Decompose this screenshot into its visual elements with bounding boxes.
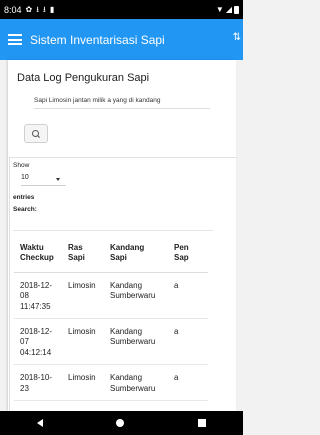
cell-line: 07 xyxy=(20,337,29,347)
header-line: Waktu xyxy=(20,243,44,252)
header-line: Pen xyxy=(174,243,189,252)
battery-icon xyxy=(234,5,239,14)
sort-icon[interactable]: ⇅ xyxy=(233,32,241,43)
cell-line: 08 xyxy=(20,291,29,301)
column-header-ras-sapi[interactable]: Ras Sapi xyxy=(62,235,104,273)
recent-apps-icon[interactable] xyxy=(198,419,207,427)
entries-label: entries xyxy=(13,194,35,201)
table-row[interactable]: 2018-10- 23 Limosin Kandang Sumberwaru a xyxy=(14,364,208,401)
back-icon[interactable] xyxy=(36,419,43,427)
header-line: Ras xyxy=(68,243,83,252)
datatable-wrapper: Show 10 entries Search: Waktu Checkup Ra… xyxy=(9,157,236,411)
search-label: Search: xyxy=(13,206,37,213)
signal-icon: ◢ xyxy=(225,4,232,14)
cell-line: 2018-12- xyxy=(20,280,53,290)
cell-line: 2018-10- xyxy=(20,373,53,383)
download-icon: ⭳ xyxy=(36,4,40,14)
navigation-bar xyxy=(0,411,243,435)
cell-line: 2018-12- xyxy=(20,326,53,336)
cell-waktu: 2018-12- 08 11:47:35 xyxy=(14,272,62,319)
app-bar: Sistem Inventarisasi Sapi ⇅ xyxy=(0,19,243,60)
gear-icon: ✿ xyxy=(25,4,33,14)
entries-select-value: 10 xyxy=(21,174,29,181)
menu-icon[interactable] xyxy=(8,34,22,45)
cell-kandang: Kandang Sumberwaru xyxy=(104,364,168,401)
status-bar: 8:04 ✿ ⭳ ⭳ ▮ ▼ ◢ xyxy=(0,0,243,19)
table-header-row: Waktu Checkup Ras Sapi Kandang Sapi Pen … xyxy=(14,235,208,273)
cell-line: Kandang xyxy=(110,280,143,290)
search-icon xyxy=(32,129,41,138)
table-row[interactable]: 2018-12- 07 04:12:14 Limosin Kandang Sum… xyxy=(14,318,208,366)
cell-line: Sumberwaru xyxy=(110,291,156,301)
cell-ras: Limosin xyxy=(62,272,104,319)
search-button[interactable] xyxy=(24,124,48,143)
cell-ras: Limosin xyxy=(62,318,104,366)
entries-select[interactable]: 10 xyxy=(21,174,66,186)
header-line: Checkup xyxy=(20,253,54,263)
status-time: 8:04 xyxy=(4,4,22,15)
cell-waktu: 2018-10- 23 xyxy=(14,364,62,401)
cell-line: Sumberwaru xyxy=(110,383,156,393)
cell-line: 11:47:35 xyxy=(20,301,51,311)
header-line: Sap xyxy=(174,253,189,263)
home-icon[interactable] xyxy=(116,419,125,427)
cell-kandang: Kandang Sumberwaru xyxy=(104,318,168,366)
cell-pemilik: a xyxy=(168,272,208,319)
search-input[interactable] xyxy=(13,218,213,231)
content-card: Data Log Pengukuran Sapi Sapi Limosin ja… xyxy=(8,60,236,411)
download-icon: ⭳ xyxy=(43,4,46,14)
wifi-icon: ▼ xyxy=(215,4,224,14)
header-line: Sapi xyxy=(110,253,127,263)
column-header-waktu-checkup[interactable]: Waktu Checkup xyxy=(14,235,62,273)
caret-down-icon xyxy=(56,178,60,181)
app-title: Sistem Inventarisasi Sapi xyxy=(30,32,165,47)
page-subtitle: Sapi Limosin jantan milik a yang di kand… xyxy=(34,97,210,109)
data-table: Waktu Checkup Ras Sapi Kandang Sapi Pen … xyxy=(14,235,208,401)
cell-ras: Limosin xyxy=(62,364,104,401)
cell-line: 23 xyxy=(20,383,29,393)
cell-line: Kandang xyxy=(110,326,143,336)
cell-line: 04:12:14 xyxy=(20,347,52,357)
cell-pemilik: a xyxy=(168,318,208,366)
header-line: Sapi xyxy=(68,253,85,263)
show-label: Show xyxy=(13,162,30,169)
sd-card-icon: ▮ xyxy=(49,4,55,14)
column-header-kandang-sapi[interactable]: Kandang Sapi xyxy=(104,235,168,273)
cell-waktu: 2018-12- 07 04:12:14 xyxy=(14,318,62,366)
column-header-pemilik-sapi[interactable]: Pen Sap xyxy=(168,235,208,273)
page-title: Data Log Pengukuran Sapi xyxy=(17,72,150,84)
cell-line: Sumberwaru xyxy=(110,337,156,347)
table-row[interactable]: 2018-12- 08 11:47:35 Limosin Kandang Sum… xyxy=(14,272,208,319)
cell-line: Kandang xyxy=(110,373,143,383)
cell-kandang: Kandang Sumberwaru xyxy=(104,272,168,319)
cell-pemilik: a xyxy=(168,364,208,401)
header-line: Kandang xyxy=(110,243,145,252)
